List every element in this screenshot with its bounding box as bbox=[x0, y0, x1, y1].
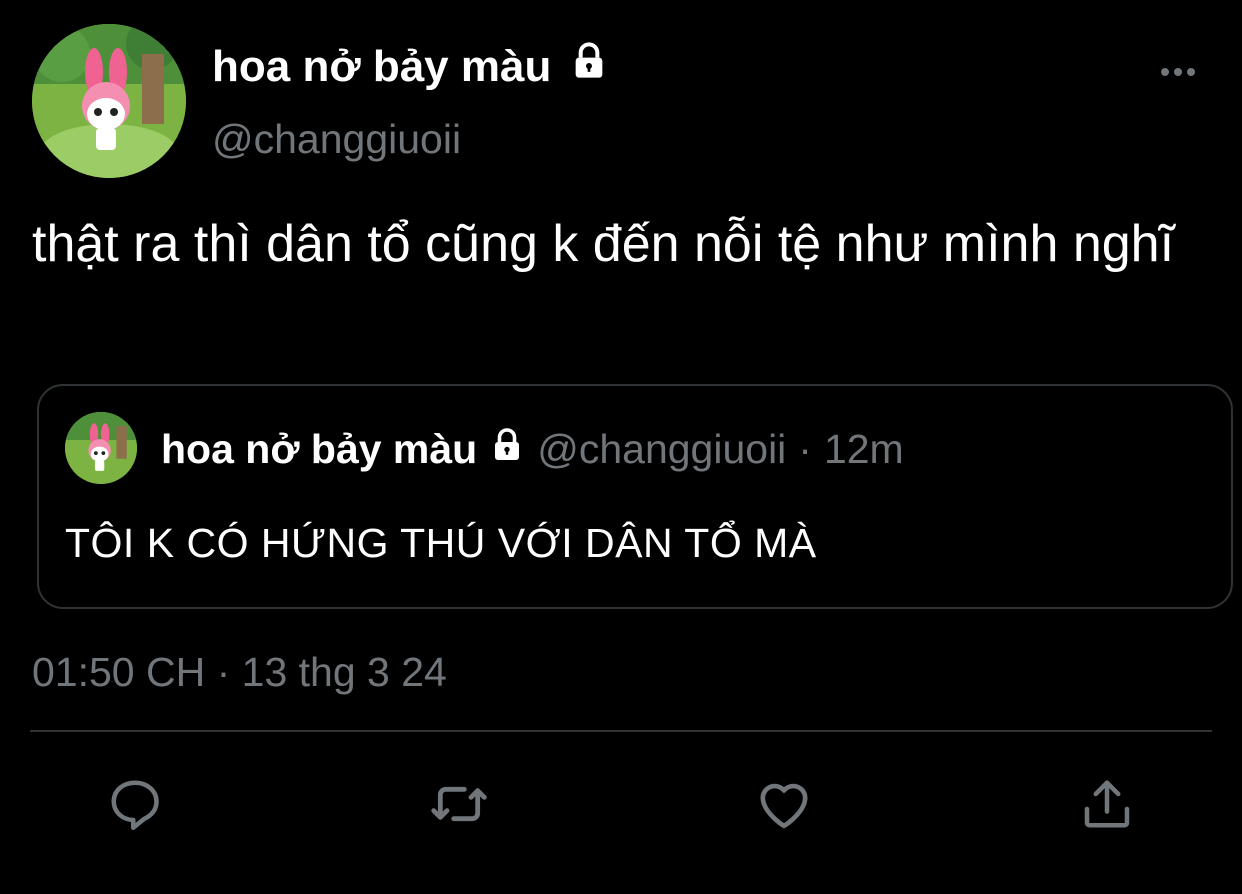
lock-icon bbox=[569, 40, 609, 94]
reply-button[interactable] bbox=[103, 772, 167, 836]
divider bbox=[30, 730, 1212, 732]
heart-icon bbox=[760, 783, 808, 829]
retweet-icon bbox=[431, 786, 487, 822]
share-button[interactable] bbox=[1075, 772, 1139, 836]
quote-avatar bbox=[65, 412, 137, 484]
reply-icon bbox=[111, 780, 159, 830]
quote-time: 12m bbox=[823, 426, 904, 472]
author-handle[interactable]: @changgiuoii bbox=[212, 112, 461, 166]
quote-text: TÔI K CÓ HỨNG THÚ VỚI DÂN TỔ MÀ bbox=[65, 520, 817, 566]
quote-display-name: hoa nở bảy màu bbox=[161, 426, 478, 472]
display-name-text: hoa nở bảy màu bbox=[212, 42, 552, 91]
like-button[interactable] bbox=[752, 772, 816, 836]
display-name[interactable]: hoa nở bảy màu bbox=[212, 40, 609, 94]
quoted-tweet-card[interactable]: hoa nở bảy màu @changgiuoii · 12m TÔI K … bbox=[37, 384, 1233, 609]
retweet-button[interactable] bbox=[427, 772, 491, 836]
quote-handle: @changgiuoii bbox=[537, 426, 787, 472]
quote-separator: · bbox=[798, 426, 812, 472]
avatar-image bbox=[32, 24, 186, 178]
more-options-icon[interactable] bbox=[1156, 58, 1200, 86]
quote-header: hoa nở bảy màu @changgiuoii · 12m bbox=[161, 424, 904, 474]
lock-icon bbox=[489, 424, 525, 474]
avatar[interactable] bbox=[32, 24, 186, 178]
tweet-timestamp[interactable]: 01:50 CH · 13 thg 3 24 bbox=[32, 646, 447, 698]
tweet-text: thật ra thì dân tổ cũng k đến nỗi tệ như… bbox=[32, 215, 1175, 273]
share-icon bbox=[1084, 780, 1130, 828]
